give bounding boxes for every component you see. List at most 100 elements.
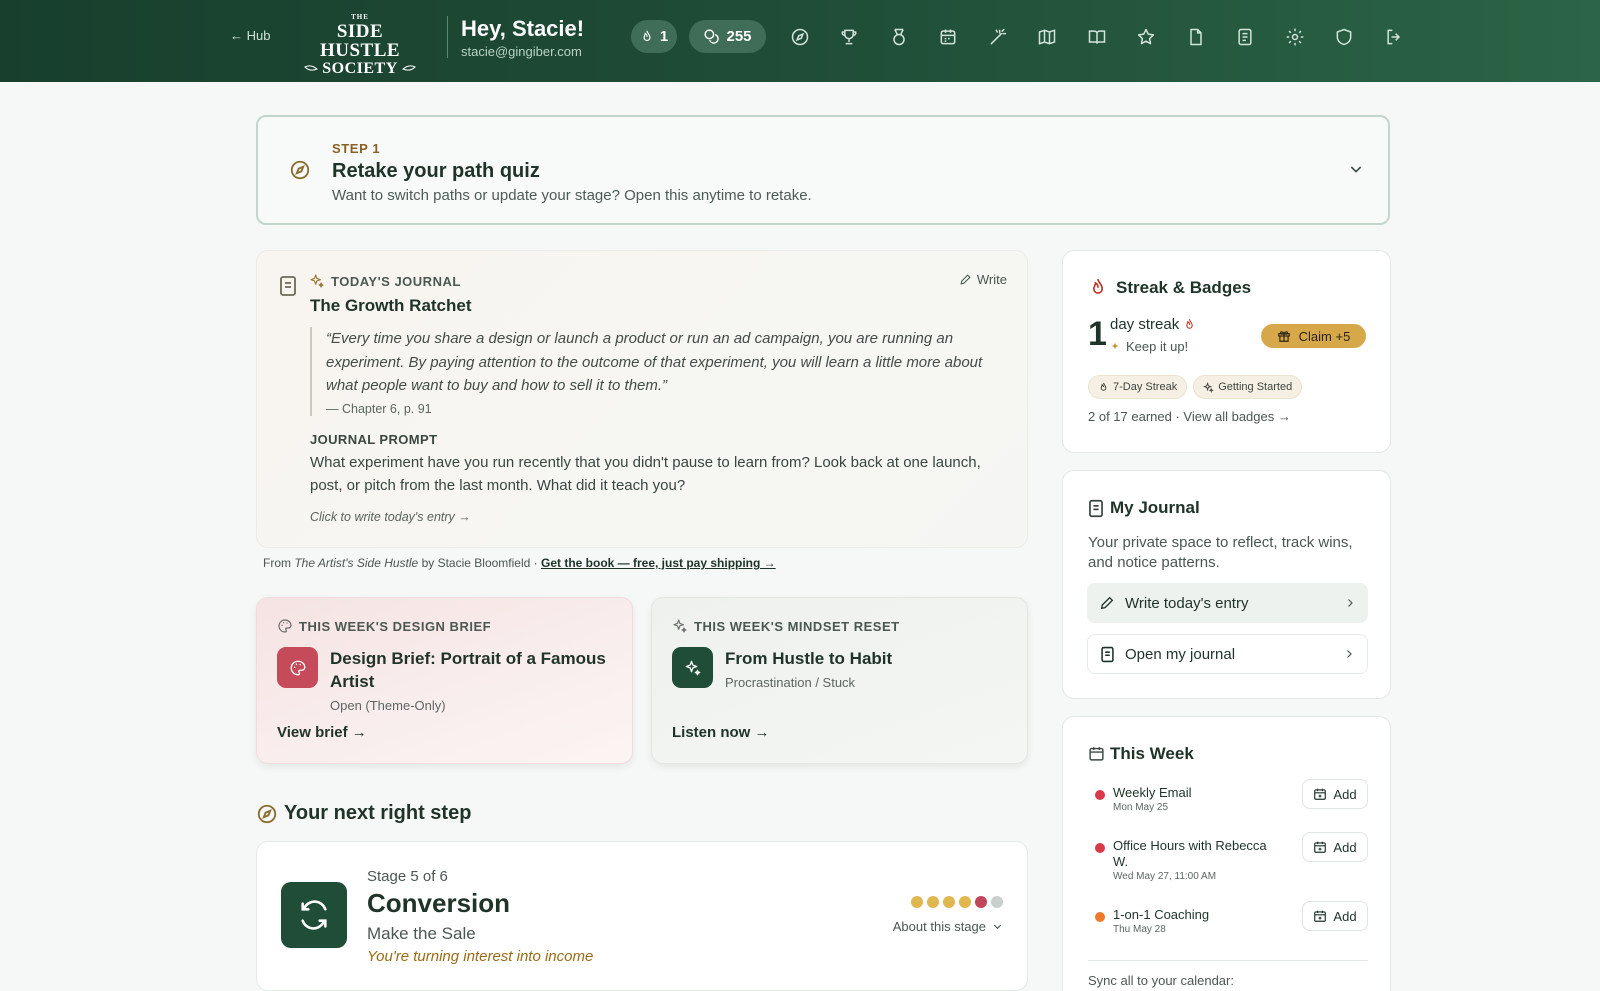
path-quiz-card[interactable]: STEP 1 Retake your path quiz Want to swi… (256, 115, 1390, 225)
stage-card[interactable]: Stage 5 of 6 Conversion Make the Sale Yo… (256, 841, 1028, 991)
add-to-calendar-button[interactable]: Add (1302, 832, 1368, 862)
sparkle-icon (1111, 342, 1119, 349)
streak-text: day streak (1110, 316, 1196, 333)
design-brief-sub: Open (Theme-Only) (330, 698, 446, 713)
refresh-icon (301, 900, 327, 930)
design-brief-label: THIS WEEK'S DESIGN BRIEF (299, 619, 492, 634)
add-to-calendar-button[interactable]: Add (1302, 901, 1368, 931)
header-divider (447, 16, 448, 58)
this-week-title: This Week (1110, 744, 1194, 763)
write-button[interactable]: Write (959, 272, 1007, 287)
view-brief-link[interactable]: View brief → (277, 724, 367, 741)
about-stage-button[interactable]: About this stage (893, 919, 1003, 934)
calendar-plus-icon (1314, 910, 1327, 922)
flame-icon (1186, 318, 1193, 329)
leaf-left-icon (304, 65, 319, 71)
trophy-icon[interactable] (839, 27, 859, 47)
stage-tile (281, 882, 347, 948)
points-pill[interactable]: 255 (689, 20, 766, 53)
logout-icon[interactable] (1384, 27, 1404, 47)
add-label: Add (1333, 908, 1357, 924)
logo-line2-wrap: SOCIETY (300, 61, 420, 77)
design-brief-card[interactable]: THIS WEEK'S DESIGN BRIEF Design Brief: P… (256, 597, 633, 764)
palette-icon (290, 660, 305, 675)
mindset-sub: Procrastination / Stuck (725, 675, 856, 690)
logo-the: THE (351, 13, 369, 21)
compass-icon[interactable] (790, 27, 810, 47)
chevron-down-icon[interactable] (1348, 161, 1364, 177)
sparkle-icon (1203, 381, 1215, 393)
event-dot (1095, 843, 1105, 853)
event-date: Thu May 28 (1113, 924, 1166, 935)
badge-item[interactable]: 7-Day Streak (1088, 375, 1188, 399)
map-icon[interactable] (1037, 27, 1057, 47)
palette-icon (277, 618, 293, 634)
mindset-reset-card[interactable]: THIS WEEK'S MINDSET RESET From Hustle to… (651, 597, 1028, 764)
step-title: Retake your path quiz (332, 160, 540, 182)
from-prefix: From (263, 556, 291, 570)
write-entry-button[interactable]: Write today's entry (1087, 583, 1368, 623)
book-title: The Artist's Side Hustle (294, 556, 419, 570)
pencil-icon (1100, 596, 1114, 610)
step-subtitle: Want to switch paths or update your stag… (332, 187, 812, 204)
coins-icon (704, 29, 720, 44)
event-dot (1095, 790, 1105, 800)
my-journal-card: My Journal Your private space to reflect… (1062, 470, 1391, 699)
view-all-badges-link[interactable]: View all badges → (1183, 409, 1290, 424)
design-brief-tile (277, 647, 318, 688)
medal-icon[interactable] (889, 27, 909, 47)
mindset-label: THIS WEEK'S MINDSET RESET (694, 619, 900, 634)
file-icon[interactable] (1186, 27, 1206, 47)
shield-icon[interactable] (1334, 27, 1354, 47)
journal-icon[interactable] (1235, 27, 1255, 47)
about-stage-label: About this stage (892, 919, 986, 934)
hub-label: ← Hub (230, 28, 271, 43)
compass-icon (256, 803, 278, 825)
stage-progress-dot (927, 896, 939, 908)
claim-label: Claim +5 (1298, 328, 1351, 344)
stage-progress-dots (911, 896, 1003, 908)
chevron-down-icon (993, 924, 1002, 930)
journal-quote: “Every time you share a design or launch… (326, 330, 983, 394)
flame-icon (1100, 382, 1107, 391)
journal-icon (1101, 646, 1114, 662)
calendar-icon[interactable] (938, 27, 958, 47)
stage-name: Conversion (367, 888, 511, 918)
magic-wand-icon[interactable] (988, 27, 1008, 47)
event-date: Wed May 27, 11:00 AM (1113, 871, 1217, 882)
design-brief-title: Design Brief: Portrait of a Famous Artis… (330, 649, 606, 691)
my-journal-title: My Journal (1110, 498, 1200, 517)
streak-title: Streak & Badges (1116, 278, 1252, 297)
gear-icon[interactable] (1285, 27, 1305, 47)
sync-calendar-label: Sync all to your calendar: (1088, 973, 1234, 988)
calendar-plus-icon (1314, 788, 1327, 800)
todays-journal-card[interactable]: TODAY'S JOURNAL Write The Growth Ratchet… (256, 250, 1028, 548)
event-date: Mon May 25 (1113, 802, 1169, 813)
streak-pill[interactable]: 1 (631, 20, 677, 53)
journal-quote-block: “Every time you share a design or launch… (310, 327, 1010, 416)
stage-of: Stage 5 of 6 (367, 868, 448, 885)
write-entry-link[interactable]: Click to write today's entry → (310, 510, 471, 524)
star-icon[interactable] (1136, 27, 1156, 47)
flame-icon (1088, 277, 1108, 299)
get-book-link[interactable]: Get the book — free, just pay shipping → (541, 556, 776, 570)
earned-count: 2 of 17 earned · (1088, 409, 1180, 424)
stage-progress-dot (959, 896, 971, 908)
journal-label: TODAY'S JOURNAL (331, 274, 461, 289)
mindset-title: From Hustle to Habit (725, 649, 893, 668)
claim-button[interactable]: Claim +5 (1261, 324, 1366, 348)
event-title: Weekly Email (1113, 785, 1192, 800)
open-journal-button[interactable]: Open my journal (1087, 634, 1368, 674)
event-title: 1-on-1 Coaching (1113, 907, 1210, 922)
journal-prompt-label: JOURNAL PROMPT (310, 432, 438, 447)
add-to-calendar-button[interactable]: Add (1302, 779, 1368, 809)
logo[interactable]: THE SIDE HUSTLE SOCIETY (300, 14, 420, 77)
book-author: by Stacie Bloomfield · (421, 556, 538, 570)
add-label: Add (1333, 786, 1357, 802)
book-open-icon[interactable] (1087, 27, 1107, 47)
hub-link[interactable]: ← Hub (230, 28, 270, 43)
badge-item[interactable]: Getting Started (1193, 375, 1303, 399)
step-label: STEP 1 (332, 141, 381, 156)
listen-now-link[interactable]: Listen now → (672, 724, 770, 741)
mindset-tile (672, 647, 713, 688)
